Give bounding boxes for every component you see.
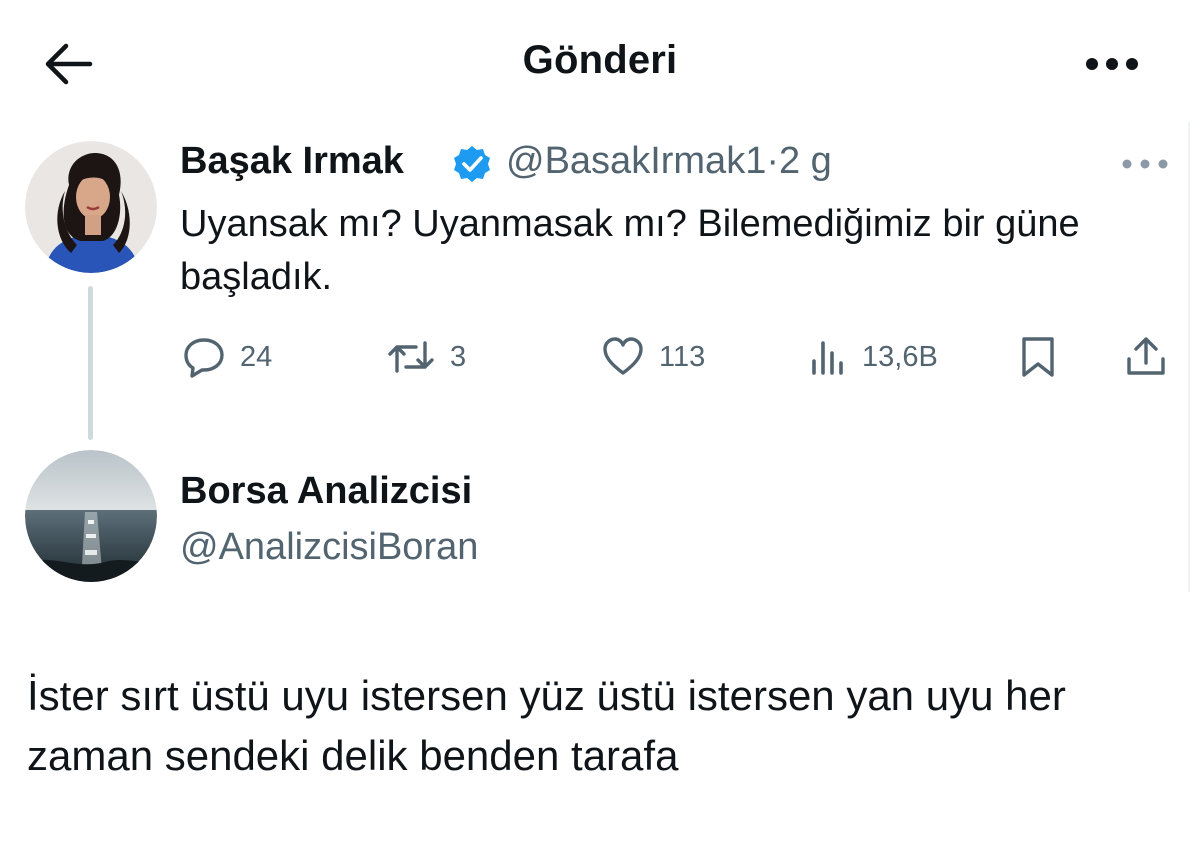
analytics-icon [812, 341, 843, 375]
tweet-timestamp[interactable]: 2 g [779, 140, 832, 182]
tweet-more-button[interactable] [1118, 146, 1172, 182]
avatar-photo [25, 141, 157, 273]
share-button[interactable] [1124, 332, 1168, 382]
avatar[interactable] [25, 141, 157, 273]
reply-icon [184, 338, 224, 378]
page-title: Gönderi [522, 38, 678, 82]
reply-count: 24 [240, 340, 273, 373]
like-count: 113 [659, 340, 706, 373]
more-horizontal-icon [1122, 159, 1168, 169]
share-icon [1127, 337, 1165, 375]
heart-icon [603, 337, 643, 375]
bookmark-icon [1022, 337, 1054, 377]
tweet-text: Uyansak mı? Uyanmasak mı? Bilemediğimiz … [180, 203, 1080, 298]
retweet-icon [388, 341, 434, 373]
bookmark-button[interactable] [1018, 332, 1058, 382]
retweet-count: 3 [450, 340, 467, 373]
scrollbar-track [1188, 122, 1190, 592]
reply-author-name[interactable]: Borsa Analizcisi [180, 470, 472, 513]
reply-author-handle[interactable]: @AnalizcisiBoran [180, 526, 478, 569]
views-button[interactable]: 13,6B [808, 332, 938, 382]
more-horizontal-icon [1086, 58, 1138, 70]
like-button[interactable]: 113 [601, 332, 705, 382]
avatar-photo [25, 450, 157, 582]
avatar[interactable] [25, 450, 157, 582]
reply-button[interactable]: 24 [182, 332, 272, 382]
thread-connector-line [88, 286, 93, 440]
views-count: 13,6B [862, 340, 938, 373]
more-options-button[interactable] [1080, 42, 1144, 86]
tweet-meta: @BasakIrmak1·2 g [506, 140, 832, 183]
meta-separator: · [766, 140, 779, 182]
reply-text: İster sırt üstü uyu istersen yüz üstü is… [27, 672, 1066, 779]
author-name[interactable]: Başak Irmak [180, 140, 404, 183]
author-handle[interactable]: @BasakIrmak1 [506, 140, 766, 182]
verified-badge-icon [452, 144, 492, 184]
retweet-button[interactable]: 3 [386, 332, 466, 382]
